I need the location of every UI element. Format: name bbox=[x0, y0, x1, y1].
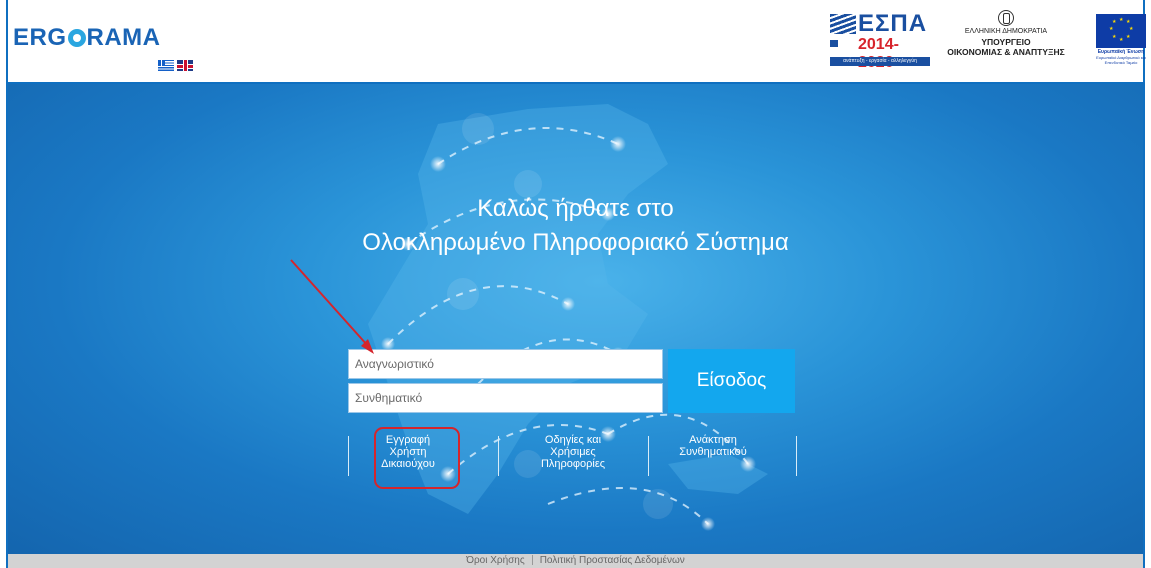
language-switcher bbox=[158, 60, 193, 71]
username-input[interactable] bbox=[348, 349, 663, 379]
terms-link[interactable]: Όροι Χρήσης bbox=[466, 555, 524, 566]
logo-text-right: RAMA bbox=[86, 24, 161, 51]
site-header: ERG RAMA ΕΣΠΑ 2014-2020 ανάπτυξη - εργασί… bbox=[8, 0, 1146, 84]
ministry-logo: ΕΛΛΗΝΙΚΗ ΔΗΜΟΚΡΑΤΙΑ ΥΠΟΥΡΓΕΙΟ ΟΙΚΟΝΟΜΙΑΣ… bbox=[936, 8, 1076, 78]
gear-icon bbox=[67, 29, 86, 47]
divider bbox=[531, 555, 533, 566]
eu-mini-flag-icon bbox=[830, 40, 838, 47]
eu-flag-icon: ★ ★ ★ ★ ★ ★ ★ ★ bbox=[1096, 14, 1146, 48]
uk-flag-icon[interactable] bbox=[177, 60, 193, 71]
ministry-line-1: ΕΛΛΗΝΙΚΗ ΔΗΜΟΚΡΑΤΙΑ bbox=[964, 28, 1048, 35]
espa-title: ΕΣΠΑ bbox=[858, 10, 928, 37]
annotation-highlight-box bbox=[374, 427, 460, 489]
divider bbox=[348, 436, 349, 476]
password-recovery-link[interactable]: Ανάκτηση Συνθηματικού bbox=[648, 434, 778, 458]
hero-section: Καλώς ήρθατε στο Ολοκληρωμένο Πληροφορια… bbox=[8, 84, 1143, 554]
eu-logo: ★ ★ ★ ★ ★ ★ ★ ★ Ευρωπαϊκή Ένωση Ευρωπαϊκό Διαρθ… bbox=[1096, 14, 1146, 65]
logo-text-left: ERG bbox=[13, 24, 67, 51]
eu-line-2: Ευρωπαϊκό Διαρθρωτικό και Επενδυτικό Ταμ… bbox=[1096, 55, 1146, 65]
ministry-line-3: ΟΙΚΟΝΟΜΙΑΣ & ΑΝΑΠΤΥΞΗΣ bbox=[947, 47, 1065, 57]
privacy-policy-link[interactable]: Πολιτική Προστασίας Δεδομένων bbox=[540, 555, 685, 566]
espa-years: 2014-2020 bbox=[858, 36, 899, 71]
site-footer: Όροι Χρήσης Πολιτική Προστασίας Δεδομένων bbox=[8, 554, 1143, 568]
greek-emblem-icon bbox=[998, 10, 1014, 26]
ergorama-logo[interactable]: ERG RAMA bbox=[13, 24, 161, 52]
welcome-line-2: Ολοκληρωμένο Πληροφοριακό Σύστημα bbox=[362, 229, 789, 256]
greek-flag-icon[interactable] bbox=[158, 60, 174, 71]
espa-logo: ΕΣΠΑ 2014-2020 ανάπτυξη - εργασία - αλλη… bbox=[818, 10, 930, 71]
ministry-line-2: ΥΠΟΥΡΓΕΙΟ bbox=[981, 37, 1031, 47]
login-button[interactable]: Είσοδος bbox=[668, 349, 795, 413]
password-input[interactable] bbox=[348, 383, 663, 413]
divider bbox=[796, 436, 797, 476]
welcome-line-1: Καλώς ήρθατε στο bbox=[477, 195, 674, 222]
greece-map-background bbox=[368, 104, 768, 531]
divider bbox=[498, 436, 499, 476]
espa-stripes-icon bbox=[830, 14, 856, 34]
espa-tagline: ανάπτυξη - εργασία - αλληλεγγύη bbox=[830, 57, 930, 66]
guides-link[interactable]: Οδηγίες και Χρήσιμες Πληροφορίες bbox=[508, 434, 638, 470]
